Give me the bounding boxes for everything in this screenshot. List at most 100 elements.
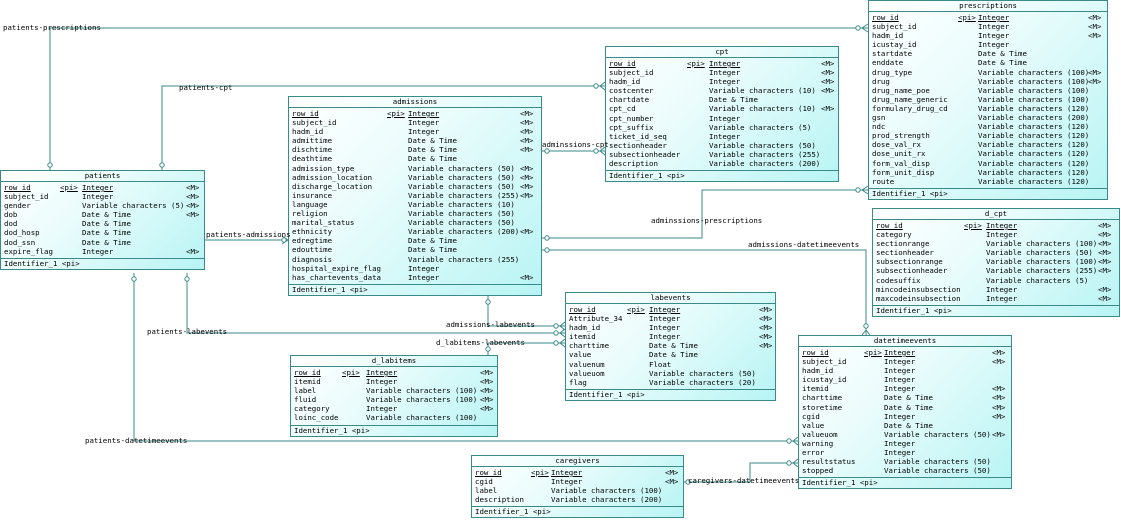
column-row[interactable]: form_unit_disp Variable characters (120) [872, 168, 1104, 177]
column-row[interactable]: dod_hosp Date & Time [4, 228, 201, 237]
column-row[interactable]: diagnosis Variable characters (255) [292, 255, 538, 264]
table-labevents[interactable]: labevents row_id <pi> Integer <M> Attribute_3… [565, 292, 776, 401]
column-row[interactable]: stopped Variable characters (50) [802, 466, 1008, 475]
column-row[interactable]: drug_name_poe Variable characters (100) [872, 86, 1104, 95]
column-row[interactable]: charttime Date & Time <M> [802, 393, 1008, 402]
table-patients[interactable]: patients row_id <pi> Integer <M> subject_id In… [0, 170, 205, 270]
column-row[interactable]: label Variable characters (100) [475, 486, 680, 495]
column-row[interactable]: row_id <pi> Integer <M> [802, 348, 1008, 357]
column-row[interactable]: deathtime Date & Time [292, 154, 538, 163]
column-row[interactable]: row_id <pi> Integer <M> [609, 59, 835, 68]
column-row[interactable]: valueuom Variable characters (50) <M> [802, 430, 1008, 439]
column-row[interactable]: edregtime Date & Time [292, 236, 538, 245]
column-row[interactable]: ethnicity Variable characters (200) <M> [292, 227, 538, 236]
column-row[interactable]: chartdate Date & Time [609, 95, 835, 104]
column-row[interactable]: hadm_id Integer <M> [872, 31, 1104, 40]
column-row[interactable]: gender Variable characters (5) <M> [4, 201, 201, 210]
rel-label-patients-datetimeevents[interactable]: patients-datetimeevents [85, 437, 187, 445]
column-row[interactable]: hadm_id Integer <M> [292, 127, 538, 136]
table-prescriptions[interactable]: prescriptions row_id <pi> Integer <M> subject… [868, 0, 1108, 200]
column-row[interactable]: has_chartevents_data Integer <M> [292, 273, 538, 282]
column-row[interactable]: hadm_id Integer <M> [569, 323, 772, 332]
column-row[interactable]: cpt_number Integer [609, 114, 835, 123]
column-row[interactable]: row_id <pi> Integer <M> [569, 305, 772, 314]
column-row[interactable]: valuenum Float [569, 360, 772, 369]
column-row[interactable]: maxcodeinsubsection Integer <M> [876, 294, 1116, 303]
column-row[interactable]: language Variable characters (10) [292, 200, 538, 209]
column-row[interactable]: category Integer <M> [294, 404, 494, 413]
column-row[interactable]: admission_type Variable characters (50) <M… [292, 164, 538, 173]
column-row[interactable]: gsn Variable characters (200) [872, 113, 1104, 122]
column-row[interactable]: discharge_location Variable characters (5… [292, 182, 538, 191]
column-row[interactable]: hadm_id Integer [802, 366, 1008, 375]
column-row[interactable]: religion Variable characters (50) [292, 209, 538, 218]
column-row[interactable]: value Date & Time [802, 421, 1008, 430]
rel-label-adminssions-cpt[interactable]: adminssions-cpt [542, 141, 609, 149]
rel-label-d_labitems-labevents[interactable]: d_labitems-labevents [436, 339, 525, 347]
column-row[interactable]: route Variable characters (120) [872, 177, 1104, 186]
column-row[interactable]: ticket_id_seq Integer [609, 132, 835, 141]
column-row[interactable]: subject_id Integer <M> [872, 22, 1104, 31]
column-row[interactable]: resultstatus Variable characters (50) [802, 457, 1008, 466]
column-row[interactable]: loinc_code Variable characters (100) [294, 413, 494, 422]
column-row[interactable]: label Variable characters (100) <M> [294, 386, 494, 395]
column-row[interactable]: startdate Date & Time [872, 49, 1104, 58]
column-row[interactable]: subsectionheader Variable characters (255… [609, 150, 835, 159]
column-row[interactable]: subsectionrange Variable characters (100)… [876, 257, 1116, 266]
column-row[interactable]: enddate Date & Time [872, 58, 1104, 67]
column-row[interactable]: drug_name_generic Variable characters (10… [872, 95, 1104, 104]
rel-label-patients-admissions[interactable]: patients-admissions [206, 231, 291, 239]
column-row[interactable]: drug_type Variable characters (100) <M> [872, 68, 1104, 77]
column-row[interactable]: dose_unit_rx Variable characters (120) [872, 149, 1104, 158]
column-row[interactable]: itemid Integer <M> [294, 377, 494, 386]
column-row[interactable]: insurance Variable characters (255) <M> [292, 191, 538, 200]
column-row[interactable]: subject_id Integer <M> [4, 192, 201, 201]
column-row[interactable]: sectionheader Variable characters (50) [609, 141, 835, 150]
column-row[interactable]: codesuffix Variable characters (5) [876, 276, 1116, 285]
column-row[interactable]: dose_val_rx Variable characters (120) [872, 140, 1104, 149]
column-row[interactable]: description Variable characters (200) [609, 159, 835, 168]
column-row[interactable]: itemid Integer <M> [802, 384, 1008, 393]
column-row[interactable]: hospital_expire_flag Integer [292, 264, 538, 273]
column-row[interactable]: description Variable characters (200) [475, 495, 680, 504]
column-row[interactable]: dob Date & Time <M> [4, 210, 201, 219]
column-row[interactable]: storetime Date & Time <M> [802, 403, 1008, 412]
column-row[interactable]: admittime Date & Time <M> [292, 136, 538, 145]
column-row[interactable]: admission_location Variable characters (5… [292, 173, 538, 182]
table-d_cpt[interactable]: d_cpt row_id <pi> Integer <M> category Integer… [872, 208, 1120, 317]
column-row[interactable]: warning Integer [802, 439, 1008, 448]
column-row[interactable]: row_id <pi> Integer <M> [294, 368, 494, 377]
column-row[interactable]: row_id <pi> Integer <M> [475, 468, 680, 477]
table-caregivers[interactable]: caregivers row_id <pi> Integer <M> cgid Intege… [471, 455, 684, 519]
table-cpt[interactable]: cpt row_id <pi> Integer <M> subject_id Integer… [605, 46, 839, 183]
column-row[interactable]: cgid Integer <M> [475, 477, 680, 486]
column-row[interactable]: costcenter Variable characters (10) <M> [609, 86, 835, 95]
column-row[interactable]: subject_id Integer <M> [609, 68, 835, 77]
rel-label-admissions-labevents[interactable]: admissions-labevents [446, 321, 535, 329]
column-row[interactable]: prod_strength Variable characters (120) [872, 131, 1104, 140]
column-row[interactable]: itemid Integer <M> [569, 332, 772, 341]
column-row[interactable]: cpt_cd Variable characters (10) <M> [609, 104, 835, 113]
column-row[interactable]: row_id <pi> Integer <M> [872, 13, 1104, 22]
column-row[interactable]: subject_id Integer <M> [292, 118, 538, 127]
column-row[interactable]: ndc Variable characters (120) [872, 122, 1104, 131]
column-row[interactable]: drug Variable characters (100) <M> [872, 77, 1104, 86]
rel-label-caregivers-datetimeevents[interactable]: caregivers-datetimeevents [688, 477, 799, 485]
column-row[interactable]: subject_id Integer <M> [802, 357, 1008, 366]
column-row[interactable]: dod_ssn Date & Time [4, 238, 201, 247]
column-row[interactable]: sectionrange Variable characters (100) <M> [876, 239, 1116, 248]
column-row[interactable]: flag Variable characters (20) [569, 378, 772, 387]
column-row[interactable]: icustay_id Integer [872, 40, 1104, 49]
column-row[interactable]: edouttime Date & Time [292, 245, 538, 254]
rel-label-adminssions-prescriptions[interactable]: adminssions-prescriptions [651, 217, 762, 225]
column-row[interactable]: error Integer [802, 448, 1008, 457]
column-row[interactable]: row_id <pi> Integer <M> [876, 221, 1116, 230]
column-row[interactable]: dod Date & Time [4, 219, 201, 228]
table-admissions[interactable]: admissions row_id <pi> Integer <M> subject_id… [288, 96, 542, 296]
column-row[interactable]: formulary_drug_cd Variable characters (12… [872, 104, 1104, 113]
column-row[interactable]: expire_flag Integer <M> [4, 247, 201, 256]
column-row[interactable]: cgid Integer <M> [802, 412, 1008, 421]
column-row[interactable]: hadm_id Integer <M> [609, 77, 835, 86]
column-row[interactable]: category Integer <M> [876, 230, 1116, 239]
column-row[interactable]: marital_status Variable characters (50) [292, 218, 538, 227]
